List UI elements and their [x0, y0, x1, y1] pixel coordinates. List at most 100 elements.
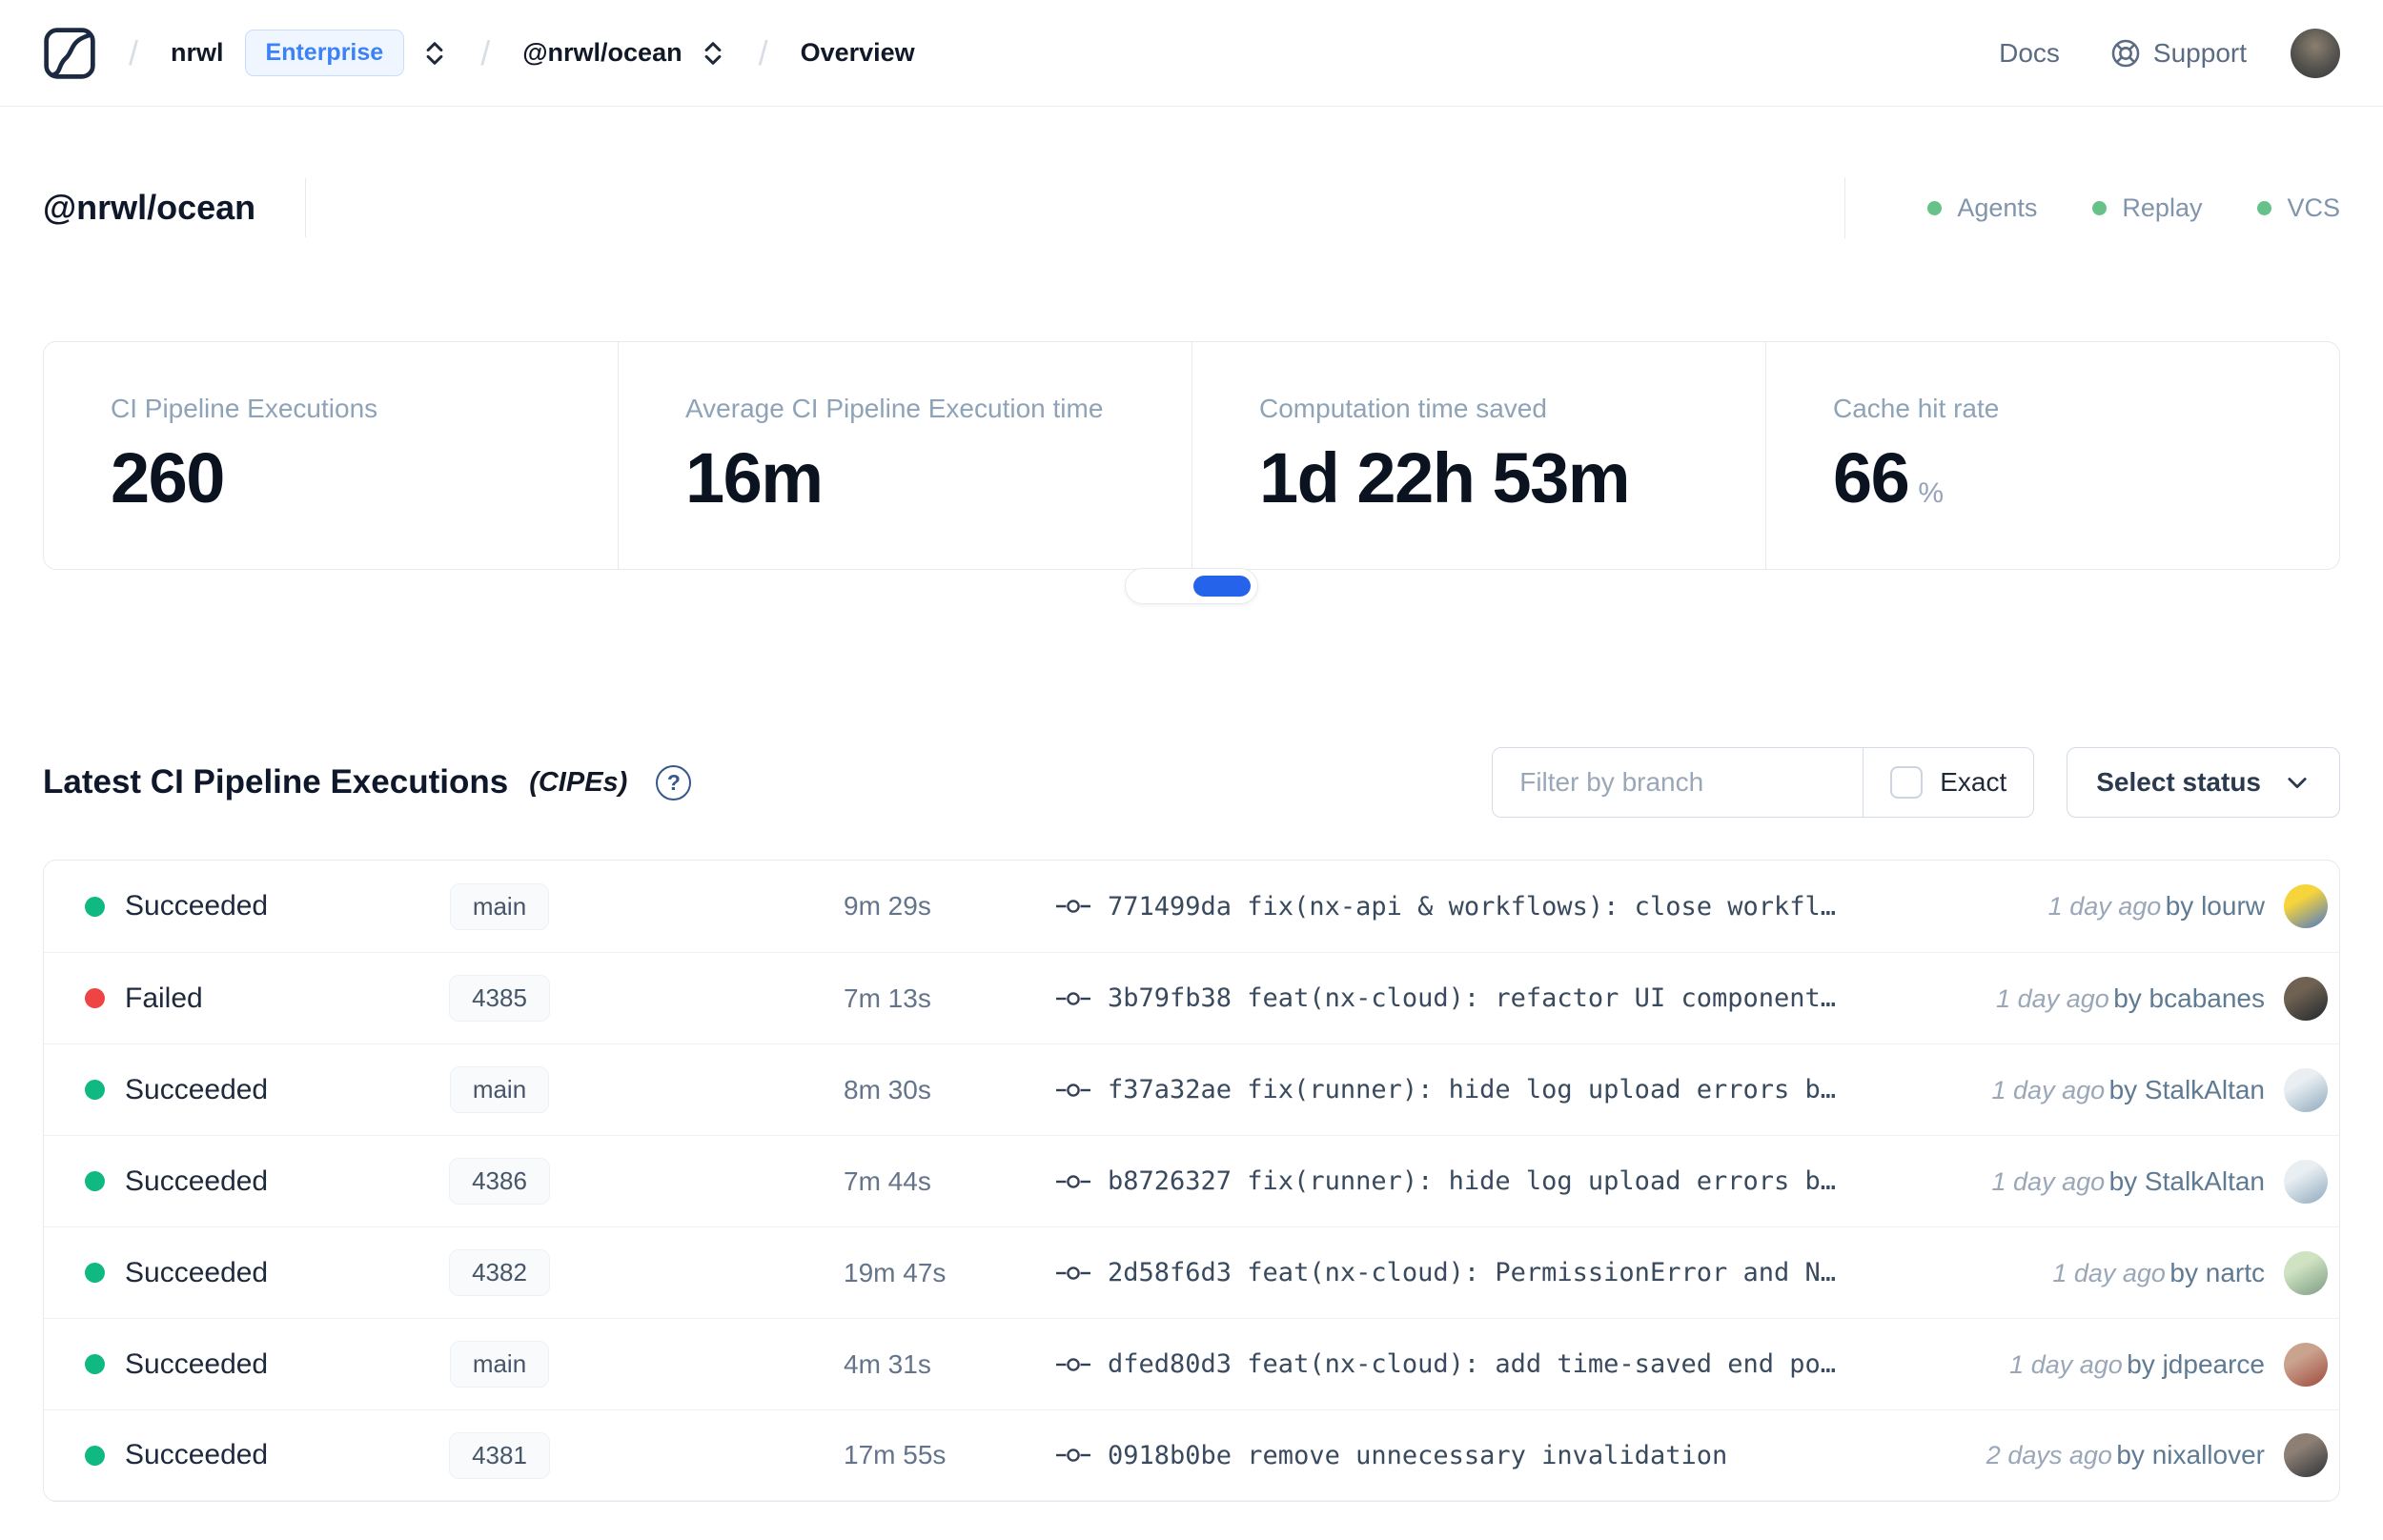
status-legend: Agents Replay VCS — [1927, 193, 2340, 223]
exact-checkbox[interactable] — [1890, 766, 1924, 799]
author-avatar — [2284, 1159, 2328, 1204]
stat-card: Computation time saved 1d 22h 53m — [1192, 342, 1765, 569]
section-title-suffix: (CIPEs) — [529, 766, 628, 798]
author: by nartc — [2169, 1257, 2265, 1287]
commit-message: 3b79fb38 feat(nx-cloud): refactor UI com… — [1108, 983, 1837, 1013]
workspace-header: @nrwl/ocean Agents Replay VCS — [0, 177, 2383, 238]
enterprise-badge[interactable]: Enterprise — [244, 30, 405, 76]
author: by StalkAltan — [2108, 1074, 2265, 1104]
author-avatar — [2284, 884, 2328, 928]
section-title: Latest CI Pipeline Executions — [43, 763, 509, 800]
branch-filter-input[interactable] — [1493, 748, 1864, 817]
support-link[interactable]: Support — [2109, 37, 2247, 70]
stats-card-row: CI Pipeline Executions 260 Average CI Pi… — [43, 341, 2340, 604]
stat-label: Average CI Pipeline Execution time — [685, 394, 1104, 423]
date-range-toggle — [1125, 568, 1258, 604]
cipe-row[interactable]: Failed 4385 7m 13s 3b79fb38 feat(nx-clou… — [44, 952, 2339, 1044]
status-text: Succeeded — [125, 1165, 269, 1197]
workspace-switcher-chevron-icon[interactable] — [700, 38, 726, 69]
range-option-30-days[interactable] — [1193, 576, 1251, 597]
time-ago: 1 day ago — [2047, 892, 2162, 921]
git-commit-icon — [1056, 1266, 1090, 1280]
life-buoy-icon — [2111, 39, 2140, 67]
stat-card: Cache hit rate 66% — [1765, 342, 2339, 569]
cipe-section-header: Latest CI Pipeline Executions (CIPEs) ? … — [43, 747, 2340, 818]
user-avatar[interactable] — [2291, 28, 2340, 78]
branch-badge: main — [449, 1066, 550, 1113]
breadcrumb-org[interactable]: nrwl — [171, 38, 224, 68]
status-text: Succeeded — [125, 1348, 269, 1380]
stat-suffix: % — [1918, 477, 1944, 509]
time-ago: 2 days ago — [1986, 1441, 2112, 1469]
status-dot-icon — [85, 1263, 105, 1283]
nav-actions: Docs Support — [1999, 28, 2340, 78]
cipe-row[interactable]: Succeeded main 4m 31s dfed80d3 feat(nx-c… — [44, 1318, 2339, 1409]
stat-label: Computation time saved — [1259, 394, 1547, 423]
commit-message: dfed80d3 feat(nx-cloud): add time-saved … — [1108, 1349, 1837, 1379]
commit-message: 2d58f6d3 feat(nx-cloud): PermissionError… — [1108, 1258, 1837, 1287]
author: by lourw — [2165, 891, 2265, 921]
stat-card: Average CI Pipeline Execution time 16m — [618, 342, 1192, 569]
legend-item-replay: Replay — [2092, 193, 2202, 223]
git-commit-icon — [1056, 991, 1090, 1005]
branch-badge: 4386 — [449, 1158, 550, 1205]
commit-message: 771499da fix(nx-api & workflows): close … — [1108, 891, 1837, 922]
git-commit-icon — [1056, 900, 1090, 913]
commit-message: 0918b0be remove unnecessary invalidation — [1108, 1440, 1728, 1470]
author-avatar — [2284, 1342, 2328, 1387]
cipe-row[interactable]: Succeeded 4386 7m 44s b8726327 fix(runne… — [44, 1135, 2339, 1226]
docs-link[interactable]: Docs — [1999, 38, 2060, 69]
duration: 9m 29s — [844, 891, 931, 921]
duration: 17m 55s — [844, 1440, 947, 1469]
author: by jdpearce — [2127, 1348, 2265, 1379]
cipe-row[interactable]: Succeeded main 8m 30s f37a32ae fix(runne… — [44, 1044, 2339, 1135]
status-select[interactable]: Select status — [2067, 747, 2340, 818]
nx-cloud-dashboard: / nrwl Enterprise / @nrwl/ocean / Overvi… — [0, 0, 2383, 1540]
time-ago: 1 day ago — [1991, 1166, 2106, 1196]
author-avatar — [2284, 1250, 2328, 1295]
stat-value: 66% — [1833, 438, 1944, 517]
nx-cloud-logo-icon[interactable] — [43, 27, 96, 80]
breadcrumb-workspace[interactable]: @nrwl/ocean — [522, 38, 682, 68]
status-text: Succeeded — [125, 1439, 269, 1470]
author-avatar — [2284, 1433, 2328, 1477]
author-avatar — [2284, 976, 2328, 1021]
duration: 4m 31s — [844, 1348, 931, 1379]
git-commit-icon — [1056, 1083, 1090, 1097]
time-ago: 1 day ago — [2009, 1349, 2123, 1379]
range-option-7-days[interactable] — [1132, 576, 1190, 597]
duration: 7m 44s — [844, 1165, 931, 1196]
status-text: Succeeded — [125, 1073, 269, 1105]
status-dot-icon — [85, 1171, 105, 1191]
breadcrumb-separator: / — [758, 32, 768, 72]
top-nav: / nrwl Enterprise / @nrwl/ocean / Overvi… — [0, 0, 2383, 107]
commit-message: b8726327 fix(runner): hide log upload er… — [1108, 1166, 1837, 1196]
help-icon[interactable]: ? — [656, 764, 692, 800]
divider — [1844, 177, 1846, 238]
status-select-label: Select status — [2096, 767, 2261, 797]
page-title: @nrwl/ocean — [43, 188, 256, 227]
cipe-row[interactable]: Succeeded 4382 19m 47s 2d58f6d3 feat(nx-… — [44, 1226, 2339, 1318]
status-dot-icon — [1927, 200, 1943, 215]
cipe-row[interactable]: Succeeded main 9m 29s 771499da fix(nx-ap… — [44, 861, 2339, 952]
status-dot-icon — [85, 988, 105, 1008]
status-dot-icon — [2092, 200, 2108, 215]
status-text: Succeeded — [125, 890, 269, 922]
cipe-table: Succeeded main 9m 29s 771499da fix(nx-ap… — [43, 860, 2340, 1502]
branch-badge: 4381 — [449, 1431, 550, 1479]
branch-badge: main — [449, 1341, 550, 1388]
author: by StalkAltan — [2108, 1165, 2265, 1196]
git-commit-icon — [1056, 1357, 1090, 1371]
branch-badge: 4385 — [449, 975, 550, 1022]
stat-label: CI Pipeline Executions — [111, 394, 378, 423]
status-dot-icon — [85, 1080, 105, 1100]
branch-filter-group: Exact — [1492, 747, 2035, 818]
author: by bcabanes — [2113, 983, 2265, 1013]
chevron-down-icon — [2288, 778, 2307, 789]
breadcrumb-page: Overview — [800, 38, 915, 67]
duration: 7m 13s — [844, 983, 931, 1013]
commit-message: f37a32ae fix(runner): hide log upload er… — [1108, 1075, 1837, 1104]
org-switcher-chevron-icon[interactable] — [421, 38, 448, 69]
cipe-row[interactable]: Succeeded 4381 17m 55s 0918b0be remove u… — [44, 1409, 2339, 1501]
time-ago: 1 day ago — [2052, 1258, 2166, 1287]
